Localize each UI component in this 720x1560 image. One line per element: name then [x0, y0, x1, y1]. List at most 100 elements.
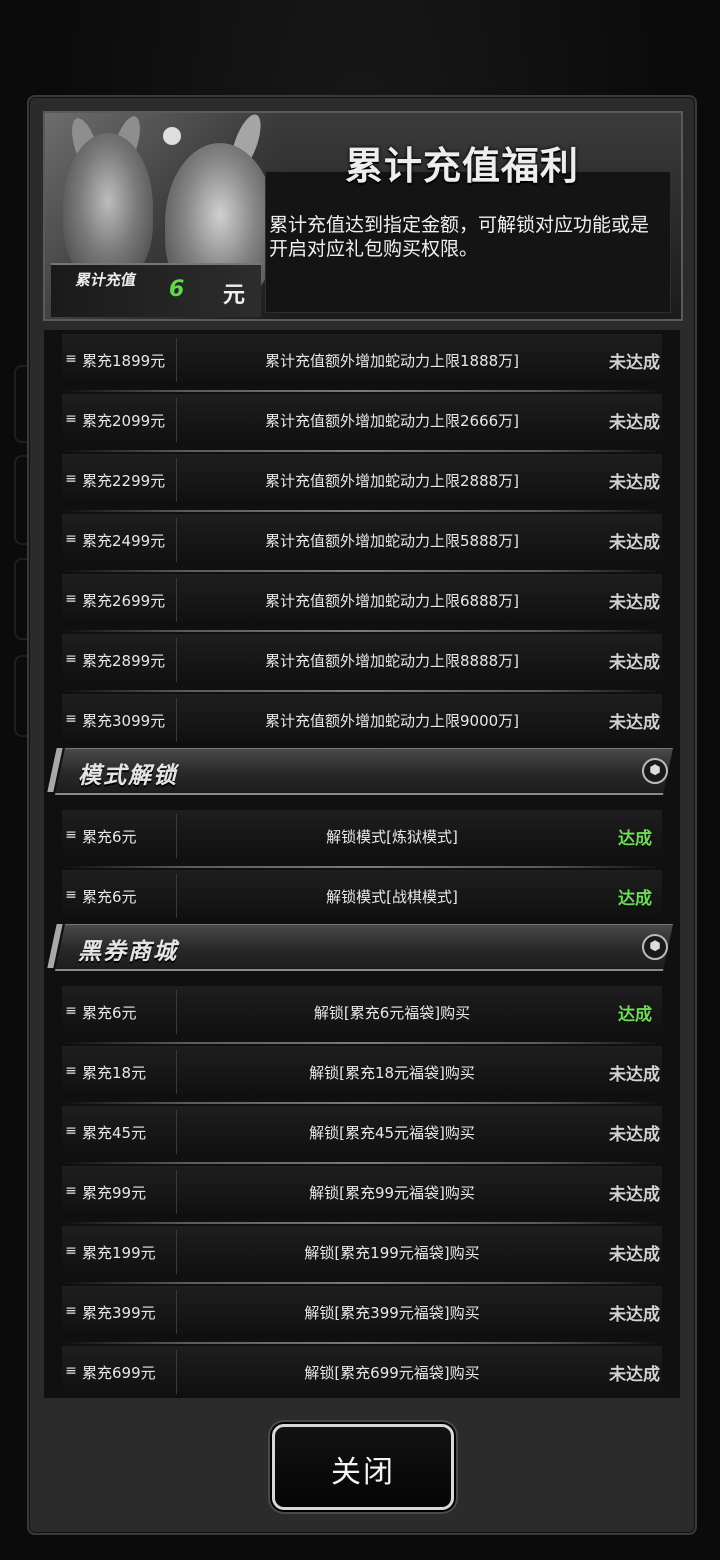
recharge-amount: 累充6元: [82, 1004, 137, 1022]
stack-icon: ≡: [65, 351, 77, 367]
stack-icon: ≡: [65, 1183, 77, 1199]
list-item: ≡ 累充699元 解锁[累充699元福袋]购买 未达成: [62, 1346, 662, 1398]
total-recharge-box: 累计充值 6 元: [51, 263, 261, 317]
status-badge: 未达成: [609, 473, 660, 493]
reward-description: 累计充值额外增加蛇动力上限5888万]: [264, 532, 520, 550]
row-divider: [176, 1170, 177, 1214]
section-header: 模式解锁 ⬢: [47, 748, 674, 796]
recharge-amount: 累充2299元: [82, 472, 166, 490]
list-item: ≡ 累充399元 解锁[累充399元福袋]购买 未达成: [62, 1286, 662, 1344]
list-item: ≡ 累充3099元 累计充值额外增加蛇动力上限9000万] 未达成: [62, 694, 662, 752]
status-badge: 达成: [618, 829, 652, 849]
reward-description: 累计充值额外增加蛇动力上限9000万]: [264, 712, 520, 730]
total-recharge-value: 6: [169, 277, 185, 302]
row-divider: [176, 1290, 177, 1334]
status-badge: 达成: [618, 889, 652, 909]
reward-description: 累计充值额外增加蛇动力上限2888万]: [264, 472, 520, 490]
reward-description: 解锁模式[战棋模式]: [326, 888, 458, 906]
reward-description: 解锁[累充699元福袋]购买: [304, 1364, 480, 1382]
list-item: ≡ 累充199元 解锁[累充199元福袋]购买 未达成: [62, 1226, 662, 1284]
status-badge: 未达成: [609, 1125, 660, 1145]
status-badge: 达成: [618, 1005, 652, 1025]
list-item: ≡ 累充2899元 累计充值额外增加蛇动力上限8888万] 未达成: [62, 634, 662, 692]
recharge-amount: 累充6元: [82, 888, 137, 906]
recharge-amount: 累充199元: [82, 1244, 156, 1262]
row-divider: [176, 990, 177, 1034]
list-item: ≡ 累充2099元 累计充值额外增加蛇动力上限2666万] 未达成: [62, 394, 662, 452]
status-badge: 未达成: [609, 1305, 660, 1325]
status-badge: 未达成: [609, 353, 660, 373]
reward-description: 解锁[累充45元福袋]购买: [309, 1124, 475, 1142]
status-badge: 未达成: [609, 1185, 660, 1205]
character-art: 累计充值 6 元: [45, 113, 281, 319]
close-button[interactable]: 关闭: [272, 1424, 454, 1510]
row-divider: [176, 458, 177, 502]
character-boy: [63, 133, 153, 283]
reward-description: 解锁[累充399元福袋]购买: [304, 1304, 480, 1322]
list-item: ≡ 累充99元 解锁[累充99元福袋]购买 未达成: [62, 1166, 662, 1224]
row-divider: [176, 698, 177, 742]
status-badge: 未达成: [609, 593, 660, 613]
stack-icon: ≡: [65, 1003, 77, 1019]
recharge-amount: 累充1899元: [82, 352, 166, 370]
reward-description: 解锁[累充199元福袋]购买: [304, 1244, 480, 1262]
reward-description: 累计充值额外增加蛇动力上限6888万]: [264, 592, 520, 610]
status-badge: 未达成: [609, 653, 660, 673]
list-item: ≡ 累充6元 解锁模式[战棋模式] 达成: [62, 870, 662, 928]
total-recharge-unit: 元: [223, 283, 246, 308]
reward-description: 累计充值额外增加蛇动力上限8888万]: [264, 652, 520, 670]
row-divider: [176, 874, 177, 918]
recharge-amount: 累充2099元: [82, 412, 166, 430]
page-title: 累计充值福利: [345, 144, 580, 188]
recharge-amount: 累充6元: [82, 828, 137, 846]
total-recharge-label: 累计充值: [74, 271, 138, 289]
section-title: 黑券商城: [78, 939, 178, 965]
recharge-benefits-dialog: 累计充值 6 元 累计充值福利 累计充值达到指定金额，可解锁对应功能或是开启对应…: [27, 95, 697, 1535]
recharge-amount: 累充2899元: [82, 652, 166, 670]
section-title: 模式解锁: [78, 763, 178, 789]
stack-icon: ≡: [65, 1123, 77, 1139]
stack-icon: ≡: [65, 827, 77, 843]
reward-description: 解锁模式[炼狱模式]: [326, 828, 458, 846]
reward-description: 解锁[累充18元福袋]购买: [309, 1064, 475, 1082]
status-badge: 未达成: [609, 413, 660, 433]
hat-pompom: [163, 127, 181, 145]
reward-description: 解锁[累充6元福袋]购买: [313, 1004, 471, 1022]
list-item: ≡ 累充2499元 累计充值额外增加蛇动力上限5888万] 未达成: [62, 514, 662, 572]
stack-icon: ≡: [65, 1063, 77, 1079]
reward-description: 累计充值额外增加蛇动力上限2666万]: [264, 412, 520, 430]
stack-icon: ≡: [65, 887, 77, 903]
row-divider: [176, 518, 177, 562]
hexagon-icon[interactable]: ⬢: [642, 934, 668, 960]
screen: 累计充值 6 元 累计充值福利 累计充值达到指定金额，可解锁对应功能或是开启对应…: [0, 0, 720, 1560]
status-badge: 未达成: [609, 1365, 660, 1385]
list-item: ≡ 累充6元 解锁[累充6元福袋]购买 达成: [62, 986, 662, 1044]
recharge-amount: 累充18元: [82, 1064, 147, 1082]
status-badge: 未达成: [609, 533, 660, 553]
recharge-amount: 累充45元: [82, 1124, 147, 1142]
stack-icon: ≡: [65, 711, 77, 727]
stack-icon: ≡: [65, 1303, 77, 1319]
stack-icon: ≡: [65, 651, 77, 667]
recharge-amount: 累充99元: [82, 1184, 147, 1202]
list-item: ≡ 累充45元 解锁[累充45元福袋]购买 未达成: [62, 1106, 662, 1164]
recharge-amount: 累充699元: [82, 1364, 156, 1382]
close-button-label: 关闭: [331, 1455, 395, 1490]
stack-icon: ≡: [65, 591, 77, 607]
header-banner: 累计充值 6 元 累计充值福利 累计充值达到指定金额，可解锁对应功能或是开启对应…: [43, 111, 683, 321]
hexagon-icon[interactable]: ⬢: [642, 758, 668, 784]
status-badge: 未达成: [609, 713, 660, 733]
list-item: ≡ 累充2299元 累计充值额外增加蛇动力上限2888万] 未达成: [62, 454, 662, 512]
list-item: ≡ 累充6元 解锁模式[炼狱模式] 达成: [62, 810, 662, 868]
reward-list[interactable]: ≡ 累充1899元 累计充值额外增加蛇动力上限1888万] 未达成 ≡ 累充2099元 累计…: [43, 329, 681, 1399]
recharge-amount: 累充2699元: [82, 592, 166, 610]
reward-description: 解锁[累充99元福袋]购买: [309, 1184, 475, 1202]
stack-icon: ≡: [65, 1363, 77, 1379]
section-header: 黑券商城 ⬢: [47, 924, 674, 972]
reward-description: 累计充值额外增加蛇动力上限1888万]: [264, 352, 520, 370]
row-divider: [176, 1110, 177, 1154]
row-divider: [176, 638, 177, 682]
list-item: ≡ 累充18元 解锁[累充18元福袋]购买 未达成: [62, 1046, 662, 1104]
row-divider: [176, 578, 177, 622]
recharge-amount: 累充399元: [82, 1304, 156, 1322]
